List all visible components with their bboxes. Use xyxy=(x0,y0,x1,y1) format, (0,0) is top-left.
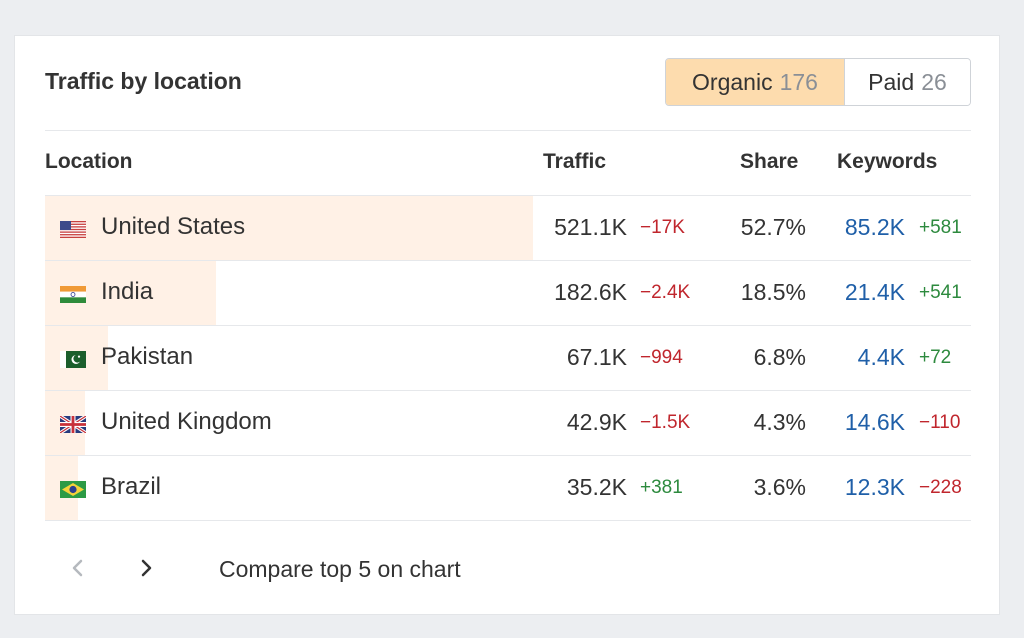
title-divider xyxy=(45,130,971,131)
keywords-change: −228 xyxy=(919,477,962,498)
traffic-change: +381 xyxy=(640,477,683,498)
brazil-flag-icon xyxy=(60,481,86,498)
compare-top-5-link[interactable]: Compare top 5 on chart xyxy=(219,556,461,583)
tab-organic[interactable]: Organic 176 xyxy=(666,59,845,105)
column-header-keywords: Keywords xyxy=(837,150,938,173)
prev-page-button[interactable] xyxy=(68,558,88,578)
country-name[interactable]: Pakistan xyxy=(101,343,193,371)
column-header-share: Share xyxy=(740,150,799,173)
share-value: 4.3% xyxy=(753,409,806,435)
keywords-value[interactable]: 21.4K xyxy=(845,279,905,306)
table-row: United States 521.1K −17K 52.7% 85.2K +581 xyxy=(45,196,971,261)
country-name[interactable]: Brazil xyxy=(101,473,161,501)
keywords-value[interactable]: 14.6K xyxy=(845,409,905,436)
keywords-change: −110 xyxy=(919,412,961,433)
column-header-traffic: Traffic xyxy=(543,150,607,173)
traffic-change: −17K xyxy=(640,217,685,238)
table-row: India 182.6K −2.4K 18.5% 21.4K +541 xyxy=(45,261,971,326)
table-row: United Kingdom 42.9K −1.5K 4.3% 14.6K −110 xyxy=(45,391,971,456)
tab-paid[interactable]: Paid 26 xyxy=(845,59,970,105)
traffic-change: −2.4K xyxy=(640,282,691,303)
share-value: 18.5% xyxy=(740,279,806,305)
share-value: 3.6% xyxy=(753,474,806,500)
traffic-by-location-card: Traffic by location Organic 176 Paid 26 … xyxy=(14,35,1000,615)
traffic-change: −994 xyxy=(640,347,683,368)
tab-organic-label: Organic xyxy=(692,68,773,95)
us-flag-icon xyxy=(60,221,86,238)
card-title: Traffic by location xyxy=(45,68,242,94)
tab-paid-label: Paid xyxy=(868,68,915,95)
table-row: Pakistan 67.1K −994 6.8% 4.4K +72 xyxy=(45,326,971,391)
tab-paid-count: 26 xyxy=(921,68,947,95)
keywords-value[interactable]: 12.3K xyxy=(845,474,905,501)
chevron-right-icon xyxy=(141,559,152,577)
country-name[interactable]: United States xyxy=(101,213,245,241)
country-name[interactable]: United Kingdom xyxy=(101,408,272,436)
column-header-location: Location xyxy=(45,150,133,173)
tab-organic-count: 176 xyxy=(779,68,818,95)
traffic-value: 35.2K xyxy=(566,474,627,500)
uk-flag-icon xyxy=(59,414,87,435)
share-value: 6.8% xyxy=(753,344,806,370)
share-value: 52.7% xyxy=(740,214,806,240)
traffic-value: 182.6K xyxy=(554,279,627,305)
traffic-value: 42.9K xyxy=(566,409,627,435)
india-flag-icon xyxy=(60,286,86,303)
traffic-type-toggle: Organic 176 Paid 26 xyxy=(665,58,971,106)
pakistan-flag-icon xyxy=(60,351,86,368)
keywords-change: +541 xyxy=(919,282,962,303)
keywords-change: +581 xyxy=(919,217,962,238)
traffic-change: −1.5K xyxy=(640,412,691,433)
next-page-button[interactable] xyxy=(136,558,156,578)
keywords-value[interactable]: 4.4K xyxy=(858,344,905,371)
country-name[interactable]: India xyxy=(101,278,153,306)
keywords-change: +72 xyxy=(919,347,952,368)
keywords-value[interactable]: 85.2K xyxy=(845,214,905,241)
table-row: Brazil 35.2K +381 3.6% 12.3K −228 xyxy=(45,456,971,521)
traffic-value: 67.1K xyxy=(566,344,627,370)
traffic-value: 521.1K xyxy=(554,214,627,240)
chevron-left-icon xyxy=(72,559,83,577)
